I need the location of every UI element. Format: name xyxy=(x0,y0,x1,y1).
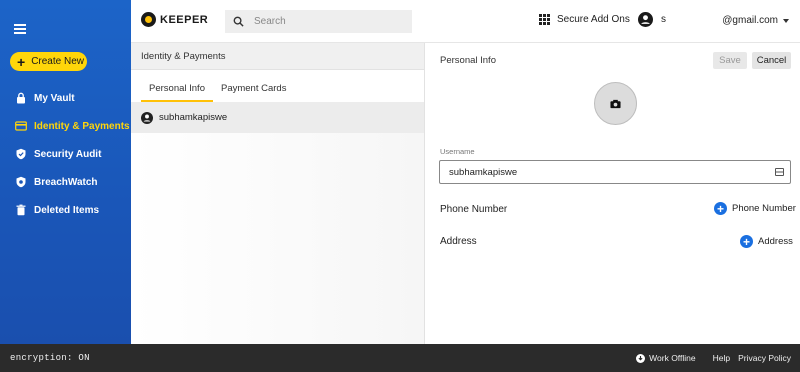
list-panel: Identity & Payments Personal Info Paymen… xyxy=(131,43,425,344)
detail-panel: Personal Info Save Cancel Username Phone… xyxy=(426,43,800,344)
chevron-down-icon xyxy=(783,18,789,23)
avatar-upload[interactable] xyxy=(594,82,637,125)
address-label: Address xyxy=(440,236,477,247)
cancel-button[interactable]: Cancel xyxy=(752,52,791,69)
sidebar-item-label: Identity & Payments xyxy=(34,120,130,132)
add-address-button[interactable]: + Address xyxy=(740,235,793,248)
sidebar-item-label: Security Audit xyxy=(34,148,102,160)
add-phone-number-button[interactable]: + Phone Number xyxy=(714,202,796,215)
user-menu[interactable]: s xyxy=(638,12,666,27)
offline-download-icon xyxy=(636,353,646,363)
list-panel-title: Identity & Payments xyxy=(131,43,424,70)
account-dropdown[interactable]: @gmail.com xyxy=(722,15,789,26)
add-circle-icon: + xyxy=(740,235,753,248)
work-offline-button[interactable]: Work Offline xyxy=(636,353,696,363)
hamburger-menu-icon[interactable] xyxy=(14,24,26,34)
account-email: @gmail.com xyxy=(722,15,778,26)
addons-label: Secure Add Ons xyxy=(557,14,630,25)
create-new-button[interactable]: + Create New xyxy=(10,52,87,71)
search-icon xyxy=(233,16,244,27)
sidebar-item-label: Deleted Items xyxy=(34,204,100,216)
footer-bar: encryption: ON Work Offline Help Privacy… xyxy=(0,344,800,372)
privacy-policy-link[interactable]: Privacy Policy xyxy=(738,353,791,363)
sidebar-item-my-vault[interactable]: My Vault xyxy=(0,84,131,112)
footer-links: Work Offline Help Privacy Policy xyxy=(636,353,791,363)
username-label: Username xyxy=(440,147,475,156)
sidebar: + Create New My Vault Identity & Payment… xyxy=(0,0,131,344)
search-box[interactable] xyxy=(225,10,412,33)
account-circle-icon xyxy=(638,12,653,27)
encryption-status: encryption: ON xyxy=(10,353,90,363)
sidebar-item-security-audit[interactable]: Security Audit xyxy=(0,140,131,168)
sidebar-item-breachwatch[interactable]: BreachWatch xyxy=(0,168,131,196)
camera-icon xyxy=(610,99,621,108)
lock-icon xyxy=(17,92,25,104)
add-address-label: Address xyxy=(758,236,793,247)
id-card-icon[interactable] xyxy=(775,168,784,176)
secure-add-ons-button[interactable]: Secure Add Ons xyxy=(539,14,630,25)
help-link[interactable]: Help xyxy=(713,353,730,363)
work-offline-label: Work Offline xyxy=(649,353,696,363)
username-field-wrapper xyxy=(439,160,791,184)
list-item-label: subhamkapiswe xyxy=(159,112,228,123)
list-item[interactable]: subhamkapiswe xyxy=(131,102,424,133)
sidebar-nav: My Vault Identity & Payments Security Au… xyxy=(0,84,131,224)
sidebar-item-label: My Vault xyxy=(34,92,75,104)
account-circle-icon xyxy=(141,111,153,124)
sidebar-item-identity-payments[interactable]: Identity & Payments xyxy=(0,112,131,140)
shield-icon xyxy=(16,148,26,160)
phone-number-label: Phone Number xyxy=(440,204,508,215)
section-title: Personal Info xyxy=(440,55,496,66)
username-field[interactable] xyxy=(449,166,759,178)
sidebar-item-label: BreachWatch xyxy=(34,176,98,188)
user-initial: s xyxy=(661,14,666,25)
trash-icon xyxy=(16,204,26,216)
add-circle-icon: + xyxy=(714,202,727,215)
keeper-logo-icon xyxy=(141,12,156,27)
card-icon xyxy=(15,121,27,131)
top-header: KEEPER Secure Add Ons s @gmail.com xyxy=(131,0,800,43)
tab-personal-info[interactable]: Personal Info xyxy=(141,83,213,102)
search-input[interactable] xyxy=(254,16,404,27)
breachwatch-shield-icon xyxy=(16,176,26,188)
add-phone-label: Phone Number xyxy=(732,203,796,214)
keeper-logo[interactable]: KEEPER xyxy=(141,12,208,27)
create-new-label: Create New xyxy=(31,56,84,67)
tab-bar: Personal Info Payment Cards xyxy=(131,70,424,102)
logo-text: KEEPER xyxy=(160,13,209,26)
plus-icon: + xyxy=(17,53,26,70)
sidebar-item-deleted-items[interactable]: Deleted Items xyxy=(0,196,131,224)
tab-payment-cards[interactable]: Payment Cards xyxy=(213,83,294,102)
save-button[interactable]: Save xyxy=(713,52,747,69)
apps-grid-icon xyxy=(539,14,550,25)
